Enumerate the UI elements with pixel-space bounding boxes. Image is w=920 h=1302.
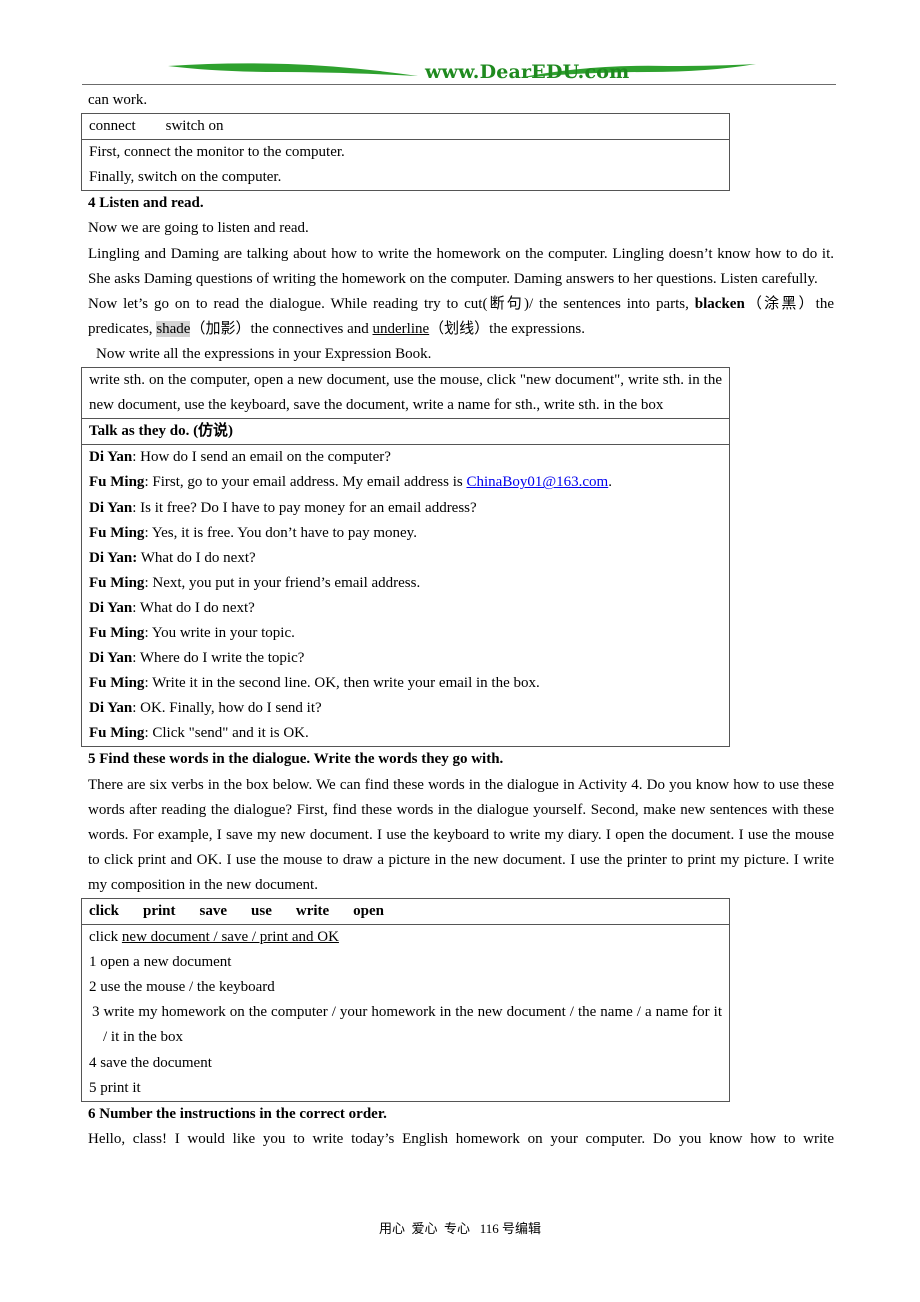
box1-line: Finally, switch on the computer. [89,169,282,186]
dialogue: Di Yan: How do I send an email on the co… [82,444,729,746]
dialogue-line: Di Yan: What do I do next? [89,596,722,621]
activity5-title: 5 Find these words in the dialogue. Writ… [88,751,504,768]
verbs-box: click print save use write open click new doc… [81,898,730,1102]
expressions-list: write sth. on the computer, open a new d… [89,372,722,414]
verb-word: use [251,903,272,919]
speaker-name: Di Yan: [89,549,138,566]
activity4-intro: Now we are going to listen and read. [88,220,309,237]
verb-word: click [89,903,119,919]
box1-line: First, connect the monitor to the comput… [89,144,345,161]
answer-item: 2 use the mouse / the keyboard [89,979,275,996]
instruction-text: Now let’s go on to read the dialogue. Wh… [88,295,695,312]
speaker-separator: : [144,624,152,641]
answer-item: 3 write my homework on the computer / yo… [92,1004,722,1046]
dialogue-text: You write in your topic. [151,624,295,641]
dialogue-line: Di Yan: Is it free? Do I have to pay mon… [89,496,722,521]
verb-word: open [353,903,385,919]
vocab-box-1: connect switch on First, connect the mon… [81,113,730,192]
verb-word: save [199,903,228,919]
talk-title: Talk as they do. (仿说) [82,418,729,444]
dialogue-line: Di Yan: How do I send an email on the co… [89,445,722,470]
intro-tail: can work. [88,92,148,108]
speaker-name: Di Yan [89,700,133,717]
dialogue-line: Fu Ming: You write in your topic. [89,621,722,646]
speaker-name: Fu Ming [89,624,145,641]
activity6-text: Hello, class! I would like you to write … [88,1130,834,1147]
instruction-text: （划线）the expressions. [429,320,585,337]
dialogue-text: First, go to your email address. My emai… [152,474,467,491]
speaker-separator: : [132,449,141,466]
speaker-separator: : [144,524,152,541]
dialogue-line: Fu Ming: Yes, it is free. You don’t have… [89,521,722,546]
speaker-name: Di Yan [89,449,133,466]
dialogue-text: Next, you put in your friend’s email add… [152,574,421,591]
dialogue-text: Is it free? Do I have to pay money for a… [140,499,477,516]
page-footer: 用心 爱心 专心 116 号编辑 [378,1221,542,1236]
underline-term: underline [372,320,430,337]
verb-list: click print save use write open [82,899,729,924]
dialogue-text: Write it in the second line. OK, then wr… [152,675,540,692]
speaker-separator: : [132,499,141,516]
dialogue-text: What do I do next? [140,549,256,566]
dialogue-text: OK. Finally, how do I send it? [140,700,322,717]
speaker-name: Fu Ming [89,725,145,742]
example-verb: click [89,929,122,946]
instruction-text: （加影）the connectives and [190,320,373,337]
dialogue-line: Fu Ming: First, go to your email address… [89,470,722,495]
dialogue-text: Yes, it is free. You don’t have to pay m… [151,524,417,541]
box1-words: connect switch on [89,118,224,135]
verb-word: write [295,903,330,919]
site-logo: www.DearEDU.com [425,61,630,83]
dialogue-line: Di Yan: OK. Finally, how do I send it? [89,696,722,721]
document-body: can work. connect switch on First, conne… [81,88,834,1152]
activity5-description: There are six verbs in the box below. We… [88,776,834,893]
dialogue-line: Di Yan: Where do I write the topic? [89,646,722,671]
speaker-separator: : [132,650,140,667]
speaker-name: Di Yan [89,650,133,667]
speaker-separator: : [132,599,140,616]
dialogue-line: Fu Ming: Click "send" and it is OK. [89,721,722,746]
speaker-name: Fu Ming [89,474,145,491]
page-header: www.DearEDU.com [82,60,836,85]
speaker-separator: : [132,700,141,717]
example-collocations: new document / save / print and OK [121,929,339,946]
dialogue-text: Where do I write the topic? [139,650,305,667]
shade-term: shade [156,320,191,337]
speaker-name: Fu Ming [89,675,145,692]
dialogue-line: Fu Ming: Next, you put in your friend’s … [89,571,722,596]
speaker-name: Di Yan [89,599,133,616]
activity6-title: 6 Number the instructions in the correct… [88,1105,387,1122]
expressions-box: write sth. on the computer, open a new d… [81,367,730,748]
answer-item: 4 save the document [89,1054,212,1071]
dialogue-text: What do I do next? [139,599,255,616]
activity4-title: 4 Listen and read. [88,195,204,212]
speaker-name: Fu Ming [89,574,145,591]
example-line: click new document / save / print and OK [89,925,722,950]
dialogue-text: How do I send an email on the computer? [140,449,391,466]
speaker-name: Di Yan [89,499,133,516]
speaker-name: Fu Ming [89,524,145,541]
blacken-term: blacken [694,295,745,312]
verb-word: print [143,903,176,919]
activity4-note: Now write all the expressions in your Ex… [96,345,432,362]
speaker-separator: : [144,675,153,692]
activity4-instructions: Now let’s go on to read the dialogue. Wh… [88,292,834,342]
answer-item: 1 open a new document [89,954,232,971]
dialogue-line: Di Yan: What do I do next? [89,546,722,571]
activity4-description: Lingling and Daming are talking about ho… [88,245,834,287]
dialogue-line: Fu Ming: Write it in the second line. OK… [89,671,722,696]
email-link[interactable]: ChinaBoy01@163.com [466,474,608,490]
dialogue-text: . [608,474,612,491]
dialogue-text: Click "send" and it is OK. [152,725,309,742]
answer-item: 5 print it [89,1079,141,1096]
header-rule [82,84,836,85]
